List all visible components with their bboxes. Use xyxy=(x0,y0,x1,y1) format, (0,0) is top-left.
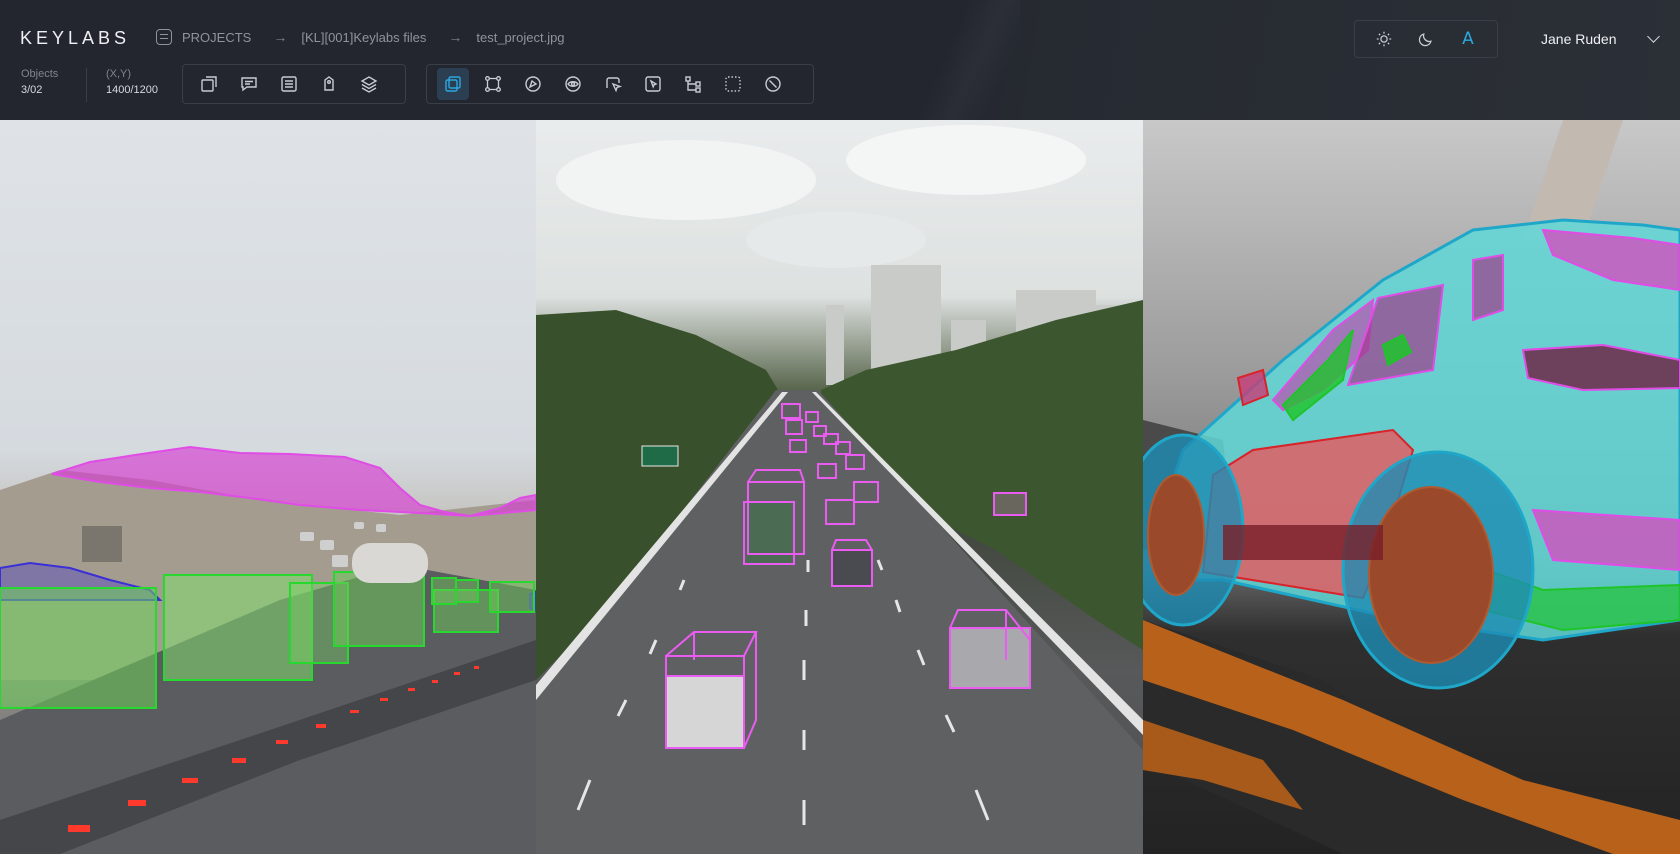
cloud xyxy=(556,140,816,220)
polygon-tool-button[interactable] xyxy=(517,68,549,100)
bumper-segmentation[interactable] xyxy=(1531,508,1680,572)
cloud xyxy=(746,212,926,268)
slash-circle-icon xyxy=(765,76,781,92)
cursor-select-icon xyxy=(606,77,623,93)
points-box-icon xyxy=(485,76,501,92)
rear-wheel[interactable] xyxy=(1341,450,1535,690)
coordinates-label: (X,Y) xyxy=(106,68,132,80)
car-box[interactable] xyxy=(455,579,479,603)
road-sign xyxy=(82,526,122,562)
cursor-select-tool-button[interactable] xyxy=(597,68,629,100)
tag-tool-button[interactable] xyxy=(313,68,345,100)
user-name: Jane Ruden xyxy=(1541,31,1617,47)
breadcrumb: PROJECTS → [KL][001]Keylabs files → test… xyxy=(156,29,565,45)
sun-icon xyxy=(1376,31,1392,47)
light-theme-button[interactable] xyxy=(1369,24,1399,54)
toolbar-annotation xyxy=(426,64,814,104)
image-panel-highway-boxes[interactable] xyxy=(0,120,536,854)
comment-icon xyxy=(241,77,257,92)
crop-icon xyxy=(201,76,217,92)
dotted-box-tool-button[interactable] xyxy=(717,68,749,100)
magic-select-icon xyxy=(645,76,661,92)
crop-tool-button[interactable] xyxy=(193,68,225,100)
annotation-layer xyxy=(1143,120,1680,854)
top-bar: KEYLABS PROJECTS → [KL][001]Keylabs file… xyxy=(0,0,1680,120)
magic-select-tool-button[interactable] xyxy=(637,68,669,100)
app-logo: KEYLABS xyxy=(20,28,131,48)
layers-icon xyxy=(360,76,378,93)
road-sign xyxy=(641,445,679,467)
car-box[interactable] xyxy=(0,587,157,709)
breadcrumb-file[interactable]: test_project.jpg xyxy=(476,30,564,45)
info-divider xyxy=(86,68,87,102)
car-box[interactable] xyxy=(431,577,457,605)
polygon-icon xyxy=(525,76,541,92)
slash-circle-tool-button[interactable] xyxy=(757,68,789,100)
eye-target-icon xyxy=(565,76,581,92)
user-menu[interactable]: Jane Ruden xyxy=(1541,30,1660,47)
breadcrumb-projects[interactable]: PROJECTS xyxy=(182,30,251,45)
cloud xyxy=(846,125,1086,195)
breadcrumb-folder[interactable]: [KL][001]Keylabs files xyxy=(301,30,426,45)
annotation-layer xyxy=(0,445,536,854)
coordinates-value: 1400/1200 xyxy=(106,84,158,96)
dark-theme-button[interactable] xyxy=(1411,24,1441,54)
list-tool-button[interactable] xyxy=(273,68,305,100)
auto-theme-button[interactable]: A xyxy=(1453,24,1483,54)
breadcrumb-separator: → xyxy=(448,29,463,45)
bounding-box-icon xyxy=(445,76,461,92)
dotted-box-icon xyxy=(725,76,741,92)
tree-icon xyxy=(685,76,701,93)
objects-counter: Objects 3/02 xyxy=(21,68,58,96)
layers-tool-button[interactable] xyxy=(353,68,385,100)
objects-value: 3/02 xyxy=(21,84,43,96)
annotation-layer xyxy=(536,125,1143,854)
quarter-window-segmentation[interactable] xyxy=(1472,253,1504,322)
image-panel-car-segmentation[interactable] xyxy=(1143,120,1680,854)
projects-icon xyxy=(156,29,172,45)
car-cuboid-far-right[interactable] xyxy=(993,492,1027,516)
car-box[interactable] xyxy=(333,571,425,647)
objects-label: Objects xyxy=(21,68,59,80)
side-skirt xyxy=(1223,525,1383,560)
theme-switcher: A xyxy=(1354,20,1498,58)
toolbar-general xyxy=(182,64,406,104)
coordinates-readout: (X,Y) 1400/1200 xyxy=(106,68,158,96)
bounding-box-tool-button[interactable] xyxy=(437,68,469,100)
points-box-tool-button[interactable] xyxy=(477,68,509,100)
tree-tool-button[interactable] xyxy=(677,68,709,100)
comment-tool-button[interactable] xyxy=(233,68,265,100)
moon-icon xyxy=(1418,33,1432,47)
rv-trailer xyxy=(352,543,428,583)
car-box[interactable] xyxy=(489,581,535,613)
tag-icon xyxy=(324,76,334,91)
breadcrumb-separator: → xyxy=(273,29,288,45)
image-panel-aerial-cuboids[interactable] xyxy=(536,120,1143,854)
list-icon xyxy=(281,76,297,92)
eye-target-tool-button[interactable] xyxy=(557,68,589,100)
chevron-down-icon xyxy=(1646,30,1660,43)
